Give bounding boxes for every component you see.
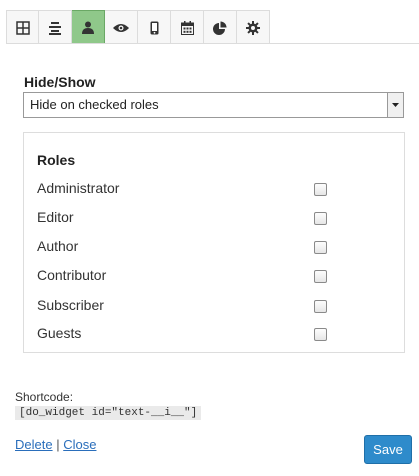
role-label: Editor: [37, 209, 74, 225]
calendar-icon: [180, 20, 194, 35]
roles-title: Roles: [37, 152, 76, 168]
role-label: Author: [37, 238, 79, 254]
role-row-author: Author: [37, 238, 337, 258]
tab-schedule[interactable]: [171, 10, 204, 44]
shortcode-value[interactable]: [do_widget id="text-__i__"]: [15, 406, 202, 420]
widget-control-links: Delete | Close: [15, 437, 96, 452]
role-label: Administrator: [37, 180, 120, 196]
align-center-icon: [49, 21, 61, 35]
hide-show-label: Hide/Show: [24, 74, 96, 90]
tab-layout[interactable]: [6, 10, 39, 44]
tab-stats[interactable]: [204, 10, 237, 44]
role-row-administrator: Administrator: [37, 180, 337, 200]
dropdown-arrow-icon[interactable]: [387, 93, 403, 117]
role-row-contributor: Contributor: [37, 267, 337, 287]
role-row-subscriber: Subscriber: [37, 297, 337, 317]
role-checkbox-author[interactable]: [314, 241, 327, 254]
role-checkbox-administrator[interactable]: [314, 183, 327, 196]
pie-chart-icon: [213, 21, 227, 35]
role-label: Guests: [37, 325, 82, 341]
role-row-guests: Guests: [37, 325, 337, 345]
mobile-icon: [150, 21, 158, 34]
roles-panel: Roles Administrator Editor Author Contri…: [23, 132, 405, 353]
role-checkbox-editor[interactable]: [314, 212, 327, 225]
role-checkbox-contributor[interactable]: [314, 270, 327, 283]
role-label: Subscriber: [37, 297, 104, 313]
role-label: Contributor: [37, 267, 107, 283]
user-icon: [82, 21, 94, 34]
tab-alignment[interactable]: [39, 10, 72, 44]
role-checkbox-guests[interactable]: [314, 328, 327, 341]
save-button[interactable]: Save: [364, 435, 412, 464]
hide-show-selected-value: Hide on checked roles: [30, 97, 159, 112]
tab-roles[interactable]: [72, 10, 105, 44]
tab-devices[interactable]: [138, 10, 171, 44]
tab-bar: [6, 10, 270, 44]
close-link[interactable]: Close: [63, 437, 96, 452]
tab-visibility[interactable]: [105, 10, 138, 44]
delete-link[interactable]: Delete: [15, 437, 53, 452]
hide-show-select[interactable]: Hide on checked roles: [23, 92, 404, 118]
eye-icon: [113, 23, 129, 32]
tab-bar-divider: [6, 43, 419, 44]
shortcode-label: Shortcode:: [15, 390, 74, 404]
tab-settings[interactable]: [237, 10, 270, 44]
role-row-editor: Editor: [37, 209, 337, 229]
link-separator: |: [56, 437, 60, 452]
gear-icon: [246, 20, 260, 35]
grid-icon: [15, 20, 30, 35]
role-checkbox-subscriber[interactable]: [314, 300, 327, 313]
